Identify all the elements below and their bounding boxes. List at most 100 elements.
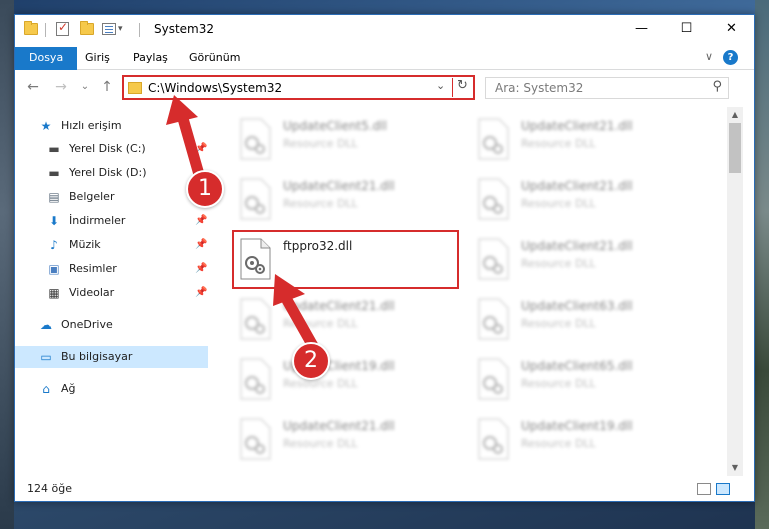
- dll-file-icon: [475, 418, 511, 460]
- sidebar-item-drive-c[interactable]: ▬ Yerel Disk (C:) 📌: [15, 138, 208, 160]
- up-arrow-icon[interactable]: ↑: [99, 79, 115, 95]
- sidebar-item-this-pc[interactable]: ▭ Bu bilgisayar: [15, 346, 208, 368]
- tab-share[interactable]: Paylaş: [123, 47, 178, 69]
- file-type: Resource DLL: [283, 317, 358, 330]
- pin-icon[interactable]: 📌: [195, 234, 207, 256]
- scroll-up-arrow-icon[interactable]: ▲: [727, 107, 743, 123]
- file-item[interactable]: UpdateClient21.dll Resource DLL: [447, 111, 672, 167]
- help-icon[interactable]: ?: [723, 50, 738, 65]
- scrollbar-thumb[interactable]: [729, 123, 741, 173]
- recent-locations-icon[interactable]: ⌄: [77, 79, 93, 95]
- drive-icon: ▬: [48, 142, 60, 156]
- file-item[interactable]: UpdateClient65.dll Resource DLL: [447, 351, 672, 407]
- sidebar-item-drive-d[interactable]: ▬ Yerel Disk (D:): [15, 162, 208, 184]
- sidebar-item-videos[interactable]: ▦ Videolar 📌: [15, 282, 208, 304]
- tab-file[interactable]: Dosya: [15, 47, 78, 70]
- file-name: UpdateClient65.dll: [521, 359, 633, 373]
- star-icon: ★: [40, 119, 52, 133]
- address-divider: [452, 78, 453, 97]
- file-item[interactable]: UpdateClient21.dll Resource DLL: [447, 231, 672, 287]
- address-path[interactable]: C:\Windows\System32: [148, 81, 282, 95]
- search-input[interactable]: Ara: System32 ⚲: [485, 77, 729, 99]
- sidebar-item-label: OneDrive: [61, 318, 113, 331]
- details-view-icon[interactable]: [697, 483, 711, 495]
- tab-view[interactable]: Görünüm: [179, 47, 250, 69]
- sidebar-item-quick-access[interactable]: ★ Hızlı erişim: [15, 115, 208, 137]
- large-icons-view-icon[interactable]: [716, 483, 730, 495]
- vertical-scrollbar[interactable]: ▲ ▼: [727, 107, 743, 476]
- forward-arrow-icon[interactable]: →: [53, 79, 69, 95]
- file-item[interactable]: UpdateClient5.dll Resource DLL: [209, 111, 434, 167]
- file-type: Resource DLL: [521, 437, 596, 450]
- scroll-down-arrow-icon[interactable]: ▼: [727, 460, 743, 476]
- ribbon-tabs: Dosya Giriş Paylaş Görünüm ∨ ?: [15, 45, 754, 70]
- dll-file-icon: [475, 358, 511, 400]
- maximize-button[interactable]: ☐: [664, 15, 709, 44]
- file-item[interactable]: UpdateClient21.dll Resource DLL: [209, 291, 434, 347]
- file-name: UpdateClient21.dll: [521, 119, 633, 133]
- sidebar-item-downloads[interactable]: ⬇ İndirmeler 📌: [15, 210, 208, 232]
- sidebar-item-documents[interactable]: ▤ Belgeler 📌: [15, 186, 208, 208]
- network-icon: ⌂: [42, 382, 50, 396]
- toolbar-divider: [45, 23, 46, 37]
- sidebar-item-music[interactable]: ♪ Müzik 📌: [15, 234, 208, 256]
- sidebar-item-label: Hızlı erişim: [61, 119, 122, 132]
- file-item[interactable]: UpdateClient19.dll Resource DLL: [447, 411, 672, 467]
- pin-icon[interactable]: 📌: [195, 282, 207, 304]
- file-type: Resource DLL: [521, 377, 596, 390]
- sidebar-item-label: Müzik: [69, 238, 101, 251]
- properties-check-icon[interactable]: [55, 20, 71, 37]
- dll-file-icon: [475, 238, 511, 280]
- sidebar-item-pictures[interactable]: ▣ Resimler 📌: [15, 258, 208, 280]
- pin-icon[interactable]: 📌: [195, 210, 207, 232]
- file-type: Resource DLL: [283, 137, 358, 150]
- ribbon-collapse-icon[interactable]: ∨: [701, 49, 717, 65]
- file-type: Resource DLL: [521, 197, 596, 210]
- back-arrow-icon[interactable]: ←: [25, 79, 41, 95]
- file-item[interactable]: UpdateClient21.dll Resource DLL: [209, 171, 434, 227]
- sidebar-item-label: Videolar: [69, 286, 115, 299]
- tab-home[interactable]: Giriş: [75, 47, 120, 69]
- sidebar-item-onedrive[interactable]: ☁ OneDrive: [15, 314, 208, 336]
- sidebar-item-label: Yerel Disk (D:): [69, 166, 147, 179]
- pictures-icon: ▣: [48, 262, 60, 276]
- sidebar-item-label: Ağ: [61, 382, 76, 395]
- sidebar-item-network[interactable]: ⌂ Ağ: [15, 378, 208, 400]
- dll-file-icon: [237, 418, 273, 460]
- dll-file-icon: [475, 178, 511, 220]
- step-2-badge: 2: [292, 342, 330, 380]
- target-file-highlight: [232, 230, 459, 289]
- sidebar-item-label: Yerel Disk (C:): [69, 142, 146, 155]
- documents-icon: ▤: [48, 190, 60, 204]
- minimize-button[interactable]: —: [619, 15, 664, 44]
- new-folder-icon[interactable]: [79, 21, 95, 37]
- pin-icon[interactable]: 📌: [195, 258, 207, 280]
- properties-icon[interactable]: [101, 21, 117, 37]
- title-bar: ▾ System32 — ☐ ✕: [15, 15, 754, 45]
- search-icon[interactable]: ⚲: [712, 79, 722, 94]
- file-item[interactable]: UpdateClient21.dll Resource DLL: [447, 171, 672, 227]
- sidebar-item-label: Belgeler: [69, 190, 115, 203]
- desktop-background-left: [0, 0, 14, 529]
- file-name: UpdateClient21.dll: [283, 419, 395, 433]
- pin-icon[interactable]: 📌: [195, 138, 207, 160]
- refresh-icon[interactable]: ↻: [457, 78, 468, 93]
- file-list: UpdateClient5.dll Resource DLL UpdateCli…: [209, 107, 725, 476]
- videos-icon: ▦: [48, 286, 60, 300]
- file-item[interactable]: UpdateClient21.dll Resource DLL: [209, 411, 434, 467]
- address-dropdown-icon[interactable]: ⌄: [436, 79, 445, 92]
- address-bar[interactable]: C:\Windows\System32 ⌄ ↻: [122, 75, 475, 100]
- file-name: UpdateClient21.dll: [521, 239, 633, 253]
- cloud-icon: ☁: [40, 318, 52, 332]
- navigation-pane: ★ Hızlı erişim ▬ Yerel Disk (C:) 📌 ▬ Yer…: [15, 107, 208, 476]
- file-item[interactable]: UpdateClient63.dll Resource DLL: [447, 291, 672, 347]
- close-button[interactable]: ✕: [709, 15, 754, 44]
- navigation-bar: ← → ⌄ ↑ C:\Windows\System32 ⌄ ↻ Ara: Sys…: [15, 71, 754, 105]
- folder-icon: [23, 21, 39, 37]
- file-name: UpdateClient21.dll: [283, 179, 395, 193]
- dll-file-icon: [475, 298, 511, 340]
- file-name: UpdateClient63.dll: [521, 299, 633, 313]
- dll-file-icon: [475, 118, 511, 160]
- dll-file-icon: [237, 298, 273, 340]
- quick-access-dropdown-icon[interactable]: ▾: [118, 24, 134, 40]
